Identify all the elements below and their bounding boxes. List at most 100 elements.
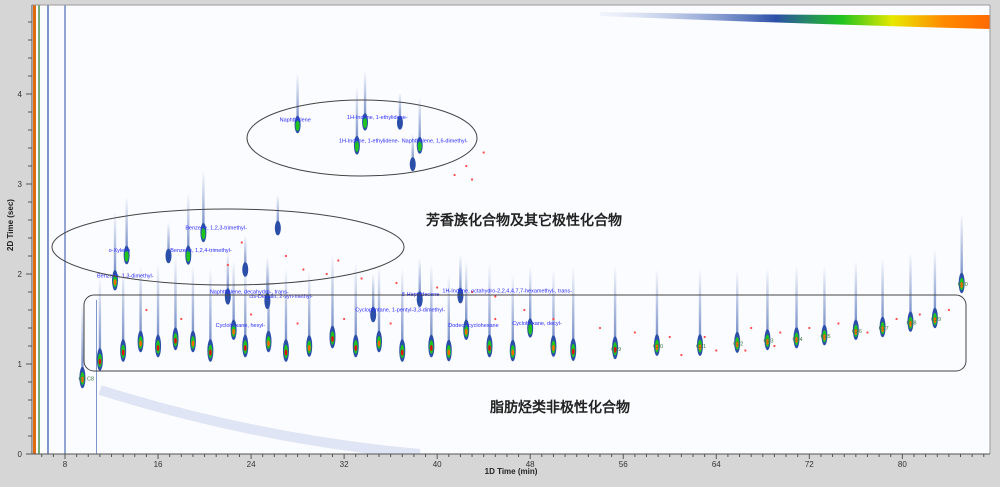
- peak-core-high: [156, 345, 160, 351]
- solvent-streak: [47, 5, 49, 454]
- peak-core-high: [267, 340, 270, 347]
- peak-marker: [302, 268, 305, 271]
- peak-marker: [453, 173, 456, 177]
- alkane-label: C30: [958, 282, 968, 288]
- peak-label: 1H-Indene, 1-ethylidene-: [347, 115, 408, 121]
- solvent-streak: [64, 5, 66, 454]
- peak-marker: [750, 326, 753, 330]
- peak-tail: [613, 264, 617, 348]
- peak-marker: [389, 322, 392, 325]
- peak-core-high: [400, 349, 404, 356]
- peak-tail: [244, 263, 247, 346]
- peak-tail: [766, 267, 769, 340]
- peak-tail: [284, 267, 288, 351]
- peak-marker: [145, 308, 148, 312]
- peak-label: Cyclohexane, decyl-: [512, 321, 562, 327]
- peak-core-high: [121, 349, 125, 356]
- peak-tail: [267, 265, 270, 342]
- peak-marker: [325, 272, 328, 276]
- peak-tail: [488, 263, 491, 346]
- y-tick-label: 1: [18, 360, 23, 369]
- alkane-label: C21: [696, 344, 706, 350]
- alkane-label: C7 C8: [78, 377, 94, 383]
- peak-marker: [918, 313, 921, 316]
- peak-core-high: [191, 340, 195, 347]
- peak-marker: [633, 331, 636, 334]
- alkane-label: C29: [931, 317, 941, 323]
- alkane-label: C23: [763, 339, 773, 345]
- peak-label: Cyclopentane, 1-pentyl-3,3-dimethyl-: [355, 308, 445, 314]
- peak-marker: [494, 295, 497, 298]
- alkane-label: C19: [611, 347, 621, 353]
- peak-marker: [343, 317, 346, 321]
- peak-core-high: [307, 345, 311, 351]
- peak-marker: [482, 151, 485, 154]
- peak-tail: [655, 269, 659, 346]
- plot-area: [32, 5, 990, 454]
- peak-tail: [209, 267, 212, 351]
- peak-marker: [284, 254, 288, 258]
- peak-core-high: [488, 345, 491, 351]
- gcxgc-chart: Naphthalene 1H-Indene, 1-ethylidene- 1H-In…: [6, 4, 991, 476]
- peak-core-high: [113, 279, 117, 286]
- alkane-label: C27: [879, 326, 889, 332]
- x-tick-label: 32: [340, 460, 349, 469]
- peak-label: Dodecylcyclohexane: [448, 323, 498, 329]
- peak-label: Benzene, 1,2,4-trimethyl-: [170, 248, 232, 254]
- x-axis-title: 1D Time (min): [485, 467, 538, 476]
- alkane-label: C25: [820, 334, 830, 340]
- peak-tail: [572, 266, 575, 350]
- peak-tail: [98, 276, 102, 360]
- peak-label: Cyclohexane, hexyl-: [216, 323, 266, 329]
- alkane-label: C28: [907, 321, 917, 327]
- peak-marker: [494, 317, 497, 321]
- peak-label: 1H-Indene, octahydro-2,2,4,4,7,7-hexamet…: [442, 289, 572, 295]
- solvent-streak: [38, 5, 40, 454]
- peak-tail: [174, 255, 177, 339]
- peak-core-high: [98, 358, 102, 365]
- peak-marker: [866, 331, 869, 334]
- peak-label: Naphthalene, 1,6-dimethyl-: [402, 138, 468, 144]
- y-tick-label: 4: [18, 90, 23, 99]
- peak-label: Benzene, 1,2,3-trimethyl-: [185, 226, 247, 232]
- peak-core-high: [552, 345, 555, 351]
- solvent-streak: [33, 5, 36, 454]
- peak-tail: [881, 258, 884, 328]
- peak-marker: [808, 326, 811, 330]
- solvent-streak: [96, 300, 97, 454]
- peak-tail: [191, 265, 195, 342]
- peak-marker: [668, 335, 671, 339]
- peak-core-high: [209, 349, 212, 356]
- peak-marker: [470, 178, 474, 181]
- peak-core-high: [377, 340, 381, 347]
- peak-tail: [447, 274, 450, 351]
- peak-marker: [779, 331, 782, 334]
- peak-tail: [933, 249, 937, 319]
- y-tick-label: 3: [18, 180, 23, 189]
- x-tick-label: 56: [619, 460, 628, 469]
- region-label-aliphatic: 脂肪烃类非极性化合物: [489, 399, 630, 416]
- peak-marker: [180, 317, 183, 321]
- x-tick-label: 80: [898, 460, 907, 469]
- x-tick-label: 16: [154, 460, 163, 469]
- peak-label: o-Xylene: [109, 248, 131, 254]
- peak-core-high: [511, 349, 515, 356]
- peak-marker: [249, 313, 253, 316]
- peak-marker: [680, 353, 683, 357]
- alkane-label: C26: [852, 329, 862, 335]
- peak-marker: [837, 322, 840, 325]
- y-tick-label: 0: [18, 450, 23, 459]
- peak-core-high: [331, 336, 334, 342]
- peak-marker: [552, 317, 555, 321]
- peak-tail: [736, 269, 739, 343]
- peak-marker: [947, 308, 950, 312]
- x-tick-label: 40: [433, 460, 442, 469]
- peak-core-high: [571, 348, 575, 355]
- peak-label: 1H-Indene, 1-ethylidene-: [339, 138, 400, 144]
- peak-core: [274, 220, 281, 236]
- peak-core: [409, 157, 416, 172]
- peak-core-high: [174, 337, 177, 344]
- peak-marker: [465, 164, 468, 168]
- peak-marker: [744, 349, 747, 352]
- peak-marker: [523, 308, 526, 312]
